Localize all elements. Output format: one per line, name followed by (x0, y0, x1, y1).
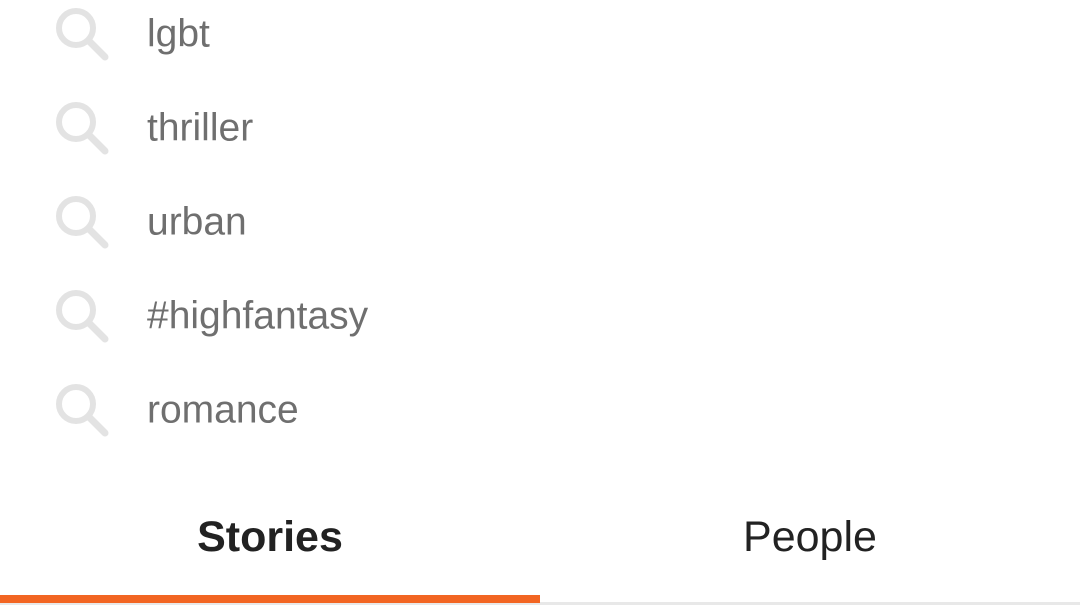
suggestion-item-urban[interactable]: urban (0, 175, 1080, 269)
suggestion-label: #highfantasy (147, 294, 369, 338)
suggestion-label: lgbt (147, 12, 210, 56)
suggestion-item-thriller[interactable]: thriller (0, 81, 1080, 175)
suggestion-label: thriller (147, 106, 254, 150)
suggestion-item-romance[interactable]: romance (0, 363, 1080, 457)
search-icon (56, 102, 109, 155)
tab-label: Stories (197, 513, 343, 561)
search-icon (56, 384, 109, 437)
tab-label: People (743, 513, 877, 561)
search-icon (56, 196, 109, 249)
suggestion-item-lgbt[interactable]: lgbt (0, 0, 1080, 81)
tab-stories[interactable]: Stories (0, 470, 540, 607)
search-icon (56, 8, 109, 61)
tab-people[interactable]: People (540, 470, 1080, 607)
active-tab-indicator (0, 595, 540, 603)
search-tabs: Stories People (0, 470, 1080, 607)
suggestion-label: romance (147, 388, 299, 432)
suggestion-label: urban (147, 200, 247, 244)
search-icon (56, 290, 109, 343)
suggestion-item-highfantasy[interactable]: #highfantasy (0, 269, 1080, 363)
